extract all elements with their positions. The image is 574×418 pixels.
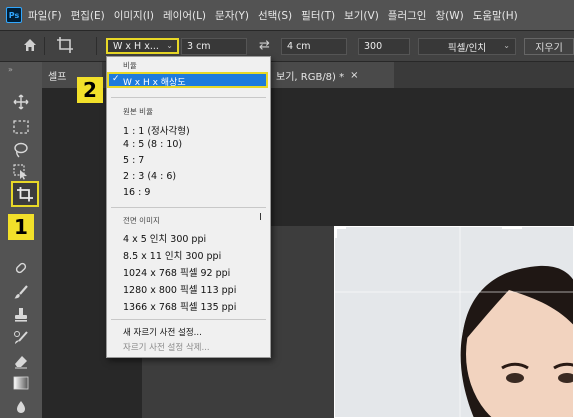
photo-image[interactable] [334, 226, 574, 418]
step-badge-1: 1 [8, 214, 34, 240]
crop-tool-icon[interactable] [55, 36, 77, 56]
dropdown-item-8-5x11-inch[interactable]: 8.5 x 11 인치 300 ppi [123, 248, 221, 262]
resolution-field[interactable]: 300 [358, 38, 410, 55]
menu-layer[interactable]: 레이어(L) [163, 8, 206, 23]
dropdown-item-1280x800[interactable]: 1280 x 800 픽셀 113 ppi [123, 282, 236, 296]
dropdown-item-2-3[interactable]: 2 : 3 (4 : 6) [123, 171, 176, 182]
close-icon[interactable]: × [350, 70, 358, 81]
dropdown-item-1-1[interactable]: 1 : 1 (정사각형) [123, 123, 190, 137]
ratio-dropdown-menu: 비율 ✓ W x H x 해상도 원본 비율 1 : 1 (정사각형) 4 : … [106, 56, 271, 358]
dropdown-item-4x5-inch[interactable]: 4 x 5 인치 300 ppi [123, 231, 206, 245]
brush-tool-icon[interactable] [10, 282, 32, 302]
menu-divider [111, 97, 266, 98]
chevron-down-icon: ⌄ [503, 41, 510, 50]
dropdown-item-1366x768[interactable]: 1366 x 768 픽셀 135 ppi [123, 299, 236, 313]
chevron-down-icon: ⌄ [166, 41, 173, 50]
dropdown-item-5-7[interactable]: 5 : 7 [123, 155, 144, 166]
section-ratio-heading: 비율 [123, 61, 137, 70]
dropdown-item-wxh-resolution[interactable]: ✓ W x H x 해상도 [107, 72, 268, 88]
menu-filter[interactable]: 필터(T) [301, 8, 335, 23]
dropdown-item-new-preset[interactable]: 새 자르기 사전 설정... [123, 326, 202, 338]
menu-plugins[interactable]: 플러그인 [388, 8, 427, 23]
menu-select[interactable]: 선택(S) [258, 8, 292, 23]
step-badge-2: 2 [77, 77, 103, 103]
checkmark-icon: ✓ [112, 74, 120, 84]
marquee-tool-icon[interactable] [10, 117, 32, 137]
divider [44, 37, 45, 55]
swap-icon[interactable]: ⇄ [259, 38, 270, 53]
portrait-photo [334, 226, 574, 418]
object-selection-tool-icon[interactable] [10, 162, 32, 182]
dropdown-item-1024x768[interactable]: 1024 x 768 픽셀 92 ppi [123, 265, 230, 279]
crop-tool-button[interactable] [11, 181, 39, 207]
menu-image[interactable]: 이미지(I) [114, 8, 154, 23]
gradient-tool-icon[interactable] [10, 373, 32, 393]
menu-help[interactable]: 도움말(H) [473, 8, 518, 23]
document-tab-2[interactable]: 보기, RGB/8) * × [270, 62, 394, 88]
options-bar: W x H x... ⌄ 3 cm ⇄ 4 cm 300 픽셀/인치 ⌄ 지우기 [0, 31, 574, 61]
divider [96, 37, 97, 55]
dropdown-item-4-5[interactable]: 4 : 5 (8 : 10) [123, 139, 182, 150]
photoshop-logo: Ps [6, 7, 22, 23]
height-field[interactable]: 4 cm [281, 38, 347, 55]
ratio-select-value: W x H x... [113, 40, 159, 52]
move-tool-icon[interactable] [10, 92, 32, 112]
dropdown-item-label: W x H x 해상도 [123, 78, 186, 88]
clear-button[interactable]: 지우기 [524, 38, 574, 55]
paint-bucket-tool-icon[interactable] [10, 396, 32, 416]
home-icon[interactable] [22, 37, 40, 55]
clone-stamp-tool-icon[interactable] [10, 305, 32, 325]
menu-divider [111, 319, 266, 320]
lasso-tool-icon[interactable] [10, 140, 32, 160]
text-cursor-icon: I [259, 212, 262, 223]
tools-panel: » [0, 62, 42, 418]
section-presets-heading: 전면 이미지 [123, 216, 160, 225]
dropdown-item-delete-preset[interactable]: 자르기 사전 설정 삭제... [123, 341, 210, 353]
ratio-select[interactable]: W x H x... ⌄ [106, 38, 179, 54]
eraser-tool-icon[interactable] [10, 351, 32, 371]
menu-divider [111, 207, 266, 208]
tab-label: 보기, RGB/8) * [276, 71, 345, 83]
tab-label: 셀프 [48, 71, 67, 83]
menu-type[interactable]: 문자(Y) [215, 8, 249, 23]
resolution-unit-value: 픽셀/인치 [447, 42, 487, 54]
menu-edit[interactable]: 편집(E) [71, 8, 105, 23]
menu-file[interactable]: 파일(F) [28, 8, 62, 23]
expand-panel-icon[interactable]: » [8, 65, 13, 74]
menu-bar: Ps 파일(F) 편집(E) 이미지(I) 레이어(L) 문자(Y) 선택(S)… [0, 0, 574, 30]
history-brush-tool-icon[interactable] [10, 328, 32, 348]
section-original-ratio-heading: 원본 비율 [123, 107, 153, 116]
menu-view[interactable]: 보기(V) [344, 8, 379, 23]
dropdown-item-16-9[interactable]: 16 : 9 [123, 187, 150, 198]
width-field[interactable]: 3 cm [181, 38, 247, 55]
resolution-unit-select[interactable]: 픽셀/인치 ⌄ [418, 38, 516, 55]
menu-window[interactable]: 창(W) [435, 8, 463, 23]
healing-brush-tool-icon[interactable] [10, 258, 32, 278]
